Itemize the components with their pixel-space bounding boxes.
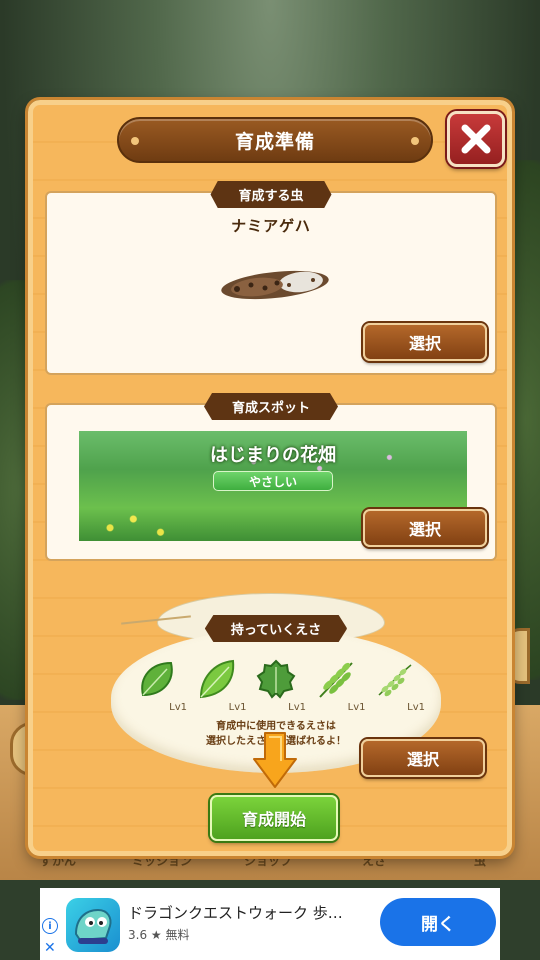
ad-banner[interactable]: i ✕ ドラゴンクエストウォーク 歩… 3.6 ★ 無料 開く (40, 888, 500, 960)
info-icon[interactable]: i (42, 918, 58, 934)
leaf-compound-icon (318, 662, 353, 698)
feed-level: Lv1 (347, 702, 366, 713)
feed-level: Lv1 (169, 702, 187, 713)
close-x-icon (461, 124, 491, 154)
spot-panel: 育成スポット はじまりの花畑 やさしい 選択 (45, 393, 497, 561)
leaf-oval-icon (199, 659, 234, 699)
breeding-prep-dialog: 育成準備 育成する虫 ナミアゲハ 選択 育成スポット はじまりの花畑 やさしい … (28, 100, 512, 856)
spot-name: はじまりの花畑 (210, 445, 336, 466)
ad-title: ドラゴンクエストウォーク 歩… (128, 904, 343, 922)
spot-section-tab: 育成スポット (203, 393, 339, 420)
feed-list: Lv1 Lv1 Lv1 Lv1 Lv1 (131, 657, 425, 713)
feed-section-tab: 持っていくえさ (204, 615, 348, 642)
insect-panel: 育成する虫 ナミアゲハ 選択 (45, 181, 497, 375)
select-feed-button[interactable]: 選択 (361, 739, 485, 777)
feed-item: Lv1 (250, 657, 306, 713)
select-spot-button[interactable]: 選択 (363, 509, 487, 547)
feed-item: Lv1 (310, 657, 366, 713)
feed-level: Lv1 (288, 702, 306, 713)
select-insect-button[interactable]: 選択 (363, 323, 487, 361)
leaf-round-icon (141, 661, 173, 697)
close-button[interactable] (447, 111, 505, 167)
ad-rating: 3.6 ★ 無料 (128, 928, 190, 942)
insect-name: ナミアゲハ (231, 217, 311, 235)
feed-item: Lv1 (131, 657, 187, 713)
feed-item: Lv1 (191, 657, 247, 713)
difficulty-badge: やさしい (213, 471, 333, 491)
ad-open-button[interactable]: 開く (380, 898, 496, 946)
start-breeding-button[interactable]: 育成開始 (210, 795, 338, 841)
caterpillar-image (221, 270, 329, 300)
close-icon[interactable]: ✕ (44, 940, 56, 956)
app-icon (66, 898, 120, 952)
down-arrow-icon (253, 732, 297, 788)
feed-level: Lv1 (228, 702, 247, 713)
dialog-title-plate: 育成準備 (117, 117, 433, 163)
feed-item: Lv1 (369, 657, 425, 713)
feed-level: Lv1 (407, 702, 425, 713)
leaf-serrated-icon (256, 659, 296, 699)
insect-section-tab: 育成する虫 (210, 181, 332, 208)
dialog-title: 育成準備 (234, 130, 315, 153)
leaf-sprig-icon (378, 664, 412, 697)
